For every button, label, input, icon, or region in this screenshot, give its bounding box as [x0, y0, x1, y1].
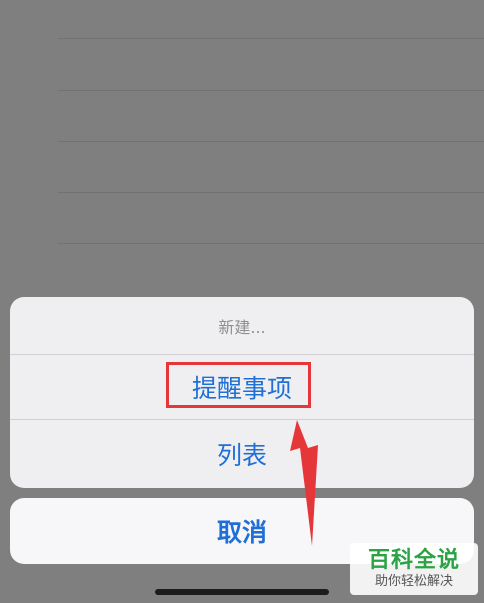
- watermark-subtitle: 助你轻松解决: [374, 574, 453, 589]
- list-divider: [58, 192, 484, 193]
- list-divider: [58, 90, 484, 91]
- action-sheet: 新建... 提醒事项 列表: [10, 297, 474, 488]
- list-divider: [58, 38, 484, 39]
- new-reminder-button[interactable]: 提醒事项: [10, 355, 474, 419]
- home-indicator: [155, 589, 329, 595]
- action-sheet-title: 新建...: [218, 317, 266, 337]
- list-divider: [58, 141, 484, 142]
- watermark-title: 百科全说: [367, 548, 460, 573]
- watermark-logo: 百科全说 助你轻松解决: [350, 543, 478, 595]
- new-list-button[interactable]: 列表: [10, 420, 474, 488]
- list-divider: [58, 243, 484, 244]
